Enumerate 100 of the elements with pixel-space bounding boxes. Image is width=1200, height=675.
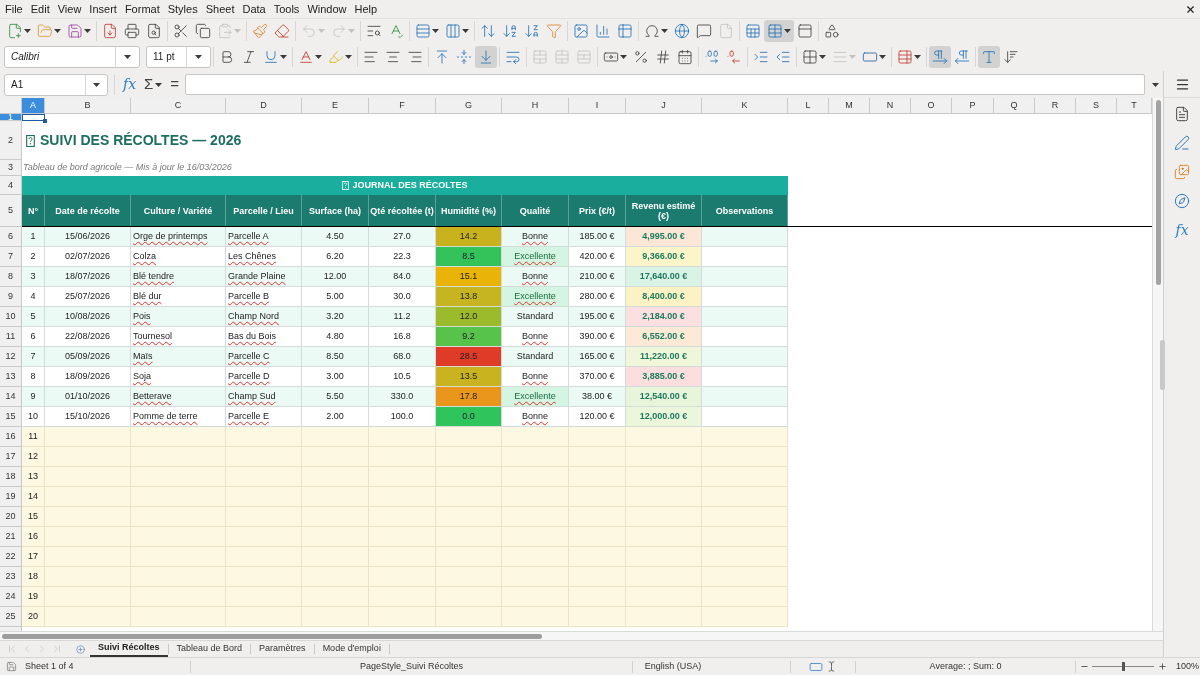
row-header[interactable]: 8 [0, 267, 22, 287]
row-header[interactable]: 23 [0, 567, 22, 587]
vertical-scrollbar[interactable] [1152, 98, 1163, 631]
font-name-combobox[interactable]: Calibri [4, 46, 140, 68]
text-direction-button[interactable] [978, 46, 1000, 68]
sum-button[interactable]: Σ [142, 74, 165, 95]
scrollbar-thumb[interactable] [2, 633, 542, 639]
column-header[interactable]: S [1076, 98, 1117, 114]
row-header[interactable]: 12 [0, 347, 22, 367]
column-header[interactable]: G [436, 98, 502, 114]
image-icon [573, 23, 589, 39]
row-header[interactable]: 19 [0, 487, 22, 507]
horizontal-scrollbar[interactable] [0, 631, 1163, 640]
sheet-tab[interactable]: Tableau de Bord [168, 641, 251, 657]
arrows-down-icon [1003, 49, 1019, 65]
column-header[interactable]: P [952, 98, 994, 114]
row-header[interactable]: 13 [0, 367, 22, 387]
row-header[interactable]: 22 [0, 547, 22, 567]
column-header[interactable]: C [131, 98, 226, 114]
formula-button[interactable]: = [168, 74, 182, 95]
column-header[interactable]: J [626, 98, 702, 114]
sheet-subtitle: Tableau de bord agricole — Mis à jour le 16/03/2026 [23, 161, 232, 175]
function-wizard-button[interactable]: fx [121, 74, 139, 95]
row-header[interactable]: 20 [0, 507, 22, 527]
column-header[interactable]: L [788, 98, 829, 114]
slider-thumb[interactable] [1121, 662, 1125, 671]
missing-glyph-icon [26, 134, 35, 147]
menu-item[interactable]: Help [350, 1, 382, 17]
name-box[interactable]: A1 [4, 73, 108, 96]
sidebar-handle[interactable] [1160, 340, 1165, 390]
column-header[interactable]: T [1117, 98, 1152, 114]
images-icon [1174, 164, 1190, 180]
menu-item[interactable]: Data [238, 1, 270, 17]
row-header[interactable]: 9 [0, 287, 22, 307]
table-cell: Excellente [502, 247, 569, 267]
sheet-tab[interactable]: Suivi Récoltes [90, 641, 168, 657]
arrows-to-line-icon [456, 49, 472, 65]
column-header[interactable]: O [911, 98, 952, 114]
left-to-right-button[interactable] [929, 46, 951, 68]
redo-icon [331, 23, 347, 39]
zoom-slider[interactable] [1092, 662, 1154, 671]
row-header[interactable]: 15 [0, 407, 22, 427]
row-header[interactable]: 24 [0, 587, 22, 607]
menu-item[interactable]: View [53, 1, 86, 17]
menu-item[interactable]: File [1, 1, 27, 17]
zoom-in-button[interactable] [1157, 660, 1167, 673]
column-header[interactable]: D [226, 98, 302, 114]
column-header[interactable]: H [502, 98, 569, 114]
column-header[interactable]: Q [994, 98, 1035, 114]
menu-item[interactable]: Sheet [201, 1, 239, 17]
row-header[interactable]: 5 [0, 195, 22, 227]
row-header[interactable]: 16 [0, 427, 22, 447]
row-header[interactable]: 2 [0, 121, 22, 160]
table-cell: 8.5 [436, 247, 502, 267]
row-header[interactable]: 18 [0, 467, 22, 487]
row-header[interactable]: 4 [0, 176, 22, 195]
letter-icon [981, 49, 997, 65]
align-bottom-button[interactable] [475, 46, 497, 68]
rectangle-icon [862, 49, 878, 65]
sort-ascending-icon [502, 23, 518, 39]
row-header[interactable]: 3 [0, 160, 22, 176]
split-cells-icon [576, 49, 592, 65]
row-header[interactable]: 7 [0, 247, 22, 267]
menu-item[interactable]: Tools [269, 1, 304, 17]
row-header[interactable]: 6 [0, 227, 22, 247]
column-header[interactable]: N [870, 98, 911, 114]
menu-item[interactable]: Format [120, 1, 164, 17]
menu-item[interactable]: Insert [85, 1, 121, 17]
row-header[interactable]: 21 [0, 527, 22, 547]
sheet-tab[interactable]: Mode d'emploi [314, 641, 389, 657]
sheet-tab[interactable]: Paramètres [251, 641, 314, 657]
column-header[interactable]: F [369, 98, 436, 114]
menu-item[interactable]: Styles [163, 1, 202, 17]
menu-item[interactable]: Window [303, 1, 351, 17]
table-cell: 15.1 [436, 267, 502, 287]
row-header[interactable]: 11 [0, 327, 22, 347]
column-header[interactable]: I [569, 98, 626, 114]
column-header[interactable]: B [45, 98, 131, 114]
language: English (USA) [644, 659, 702, 673]
sheet-title: SUIVI DES RÉCOLTES — 2026 [40, 131, 242, 150]
caret-icon [54, 29, 61, 33]
column-header[interactable]: E [302, 98, 369, 114]
active-cell[interactable] [22, 114, 45, 121]
row-header[interactable]: 14 [0, 387, 22, 407]
align-left-icon [363, 49, 379, 65]
row-header[interactable]: 17 [0, 447, 22, 467]
menu-item[interactable]: Edit [26, 1, 54, 17]
column-header[interactable]: K [702, 98, 788, 114]
freeze-button[interactable] [764, 20, 794, 42]
row-header[interactable]: 10 [0, 307, 22, 327]
column-header[interactable]: R [1035, 98, 1076, 114]
fill-handle[interactable] [43, 119, 47, 123]
formula-input-field[interactable] [185, 74, 1145, 95]
scrollbar-thumb[interactable] [1155, 100, 1161, 285]
functions-button[interactable]: fx [1169, 218, 1195, 242]
table-cell: 12,000.00 € [626, 407, 702, 427]
row-header[interactable]: 25 [0, 607, 22, 627]
font-size-combobox[interactable]: 11 pt [146, 46, 211, 68]
column-header[interactable]: M [829, 98, 870, 114]
text-cursor-icon [826, 661, 837, 672]
